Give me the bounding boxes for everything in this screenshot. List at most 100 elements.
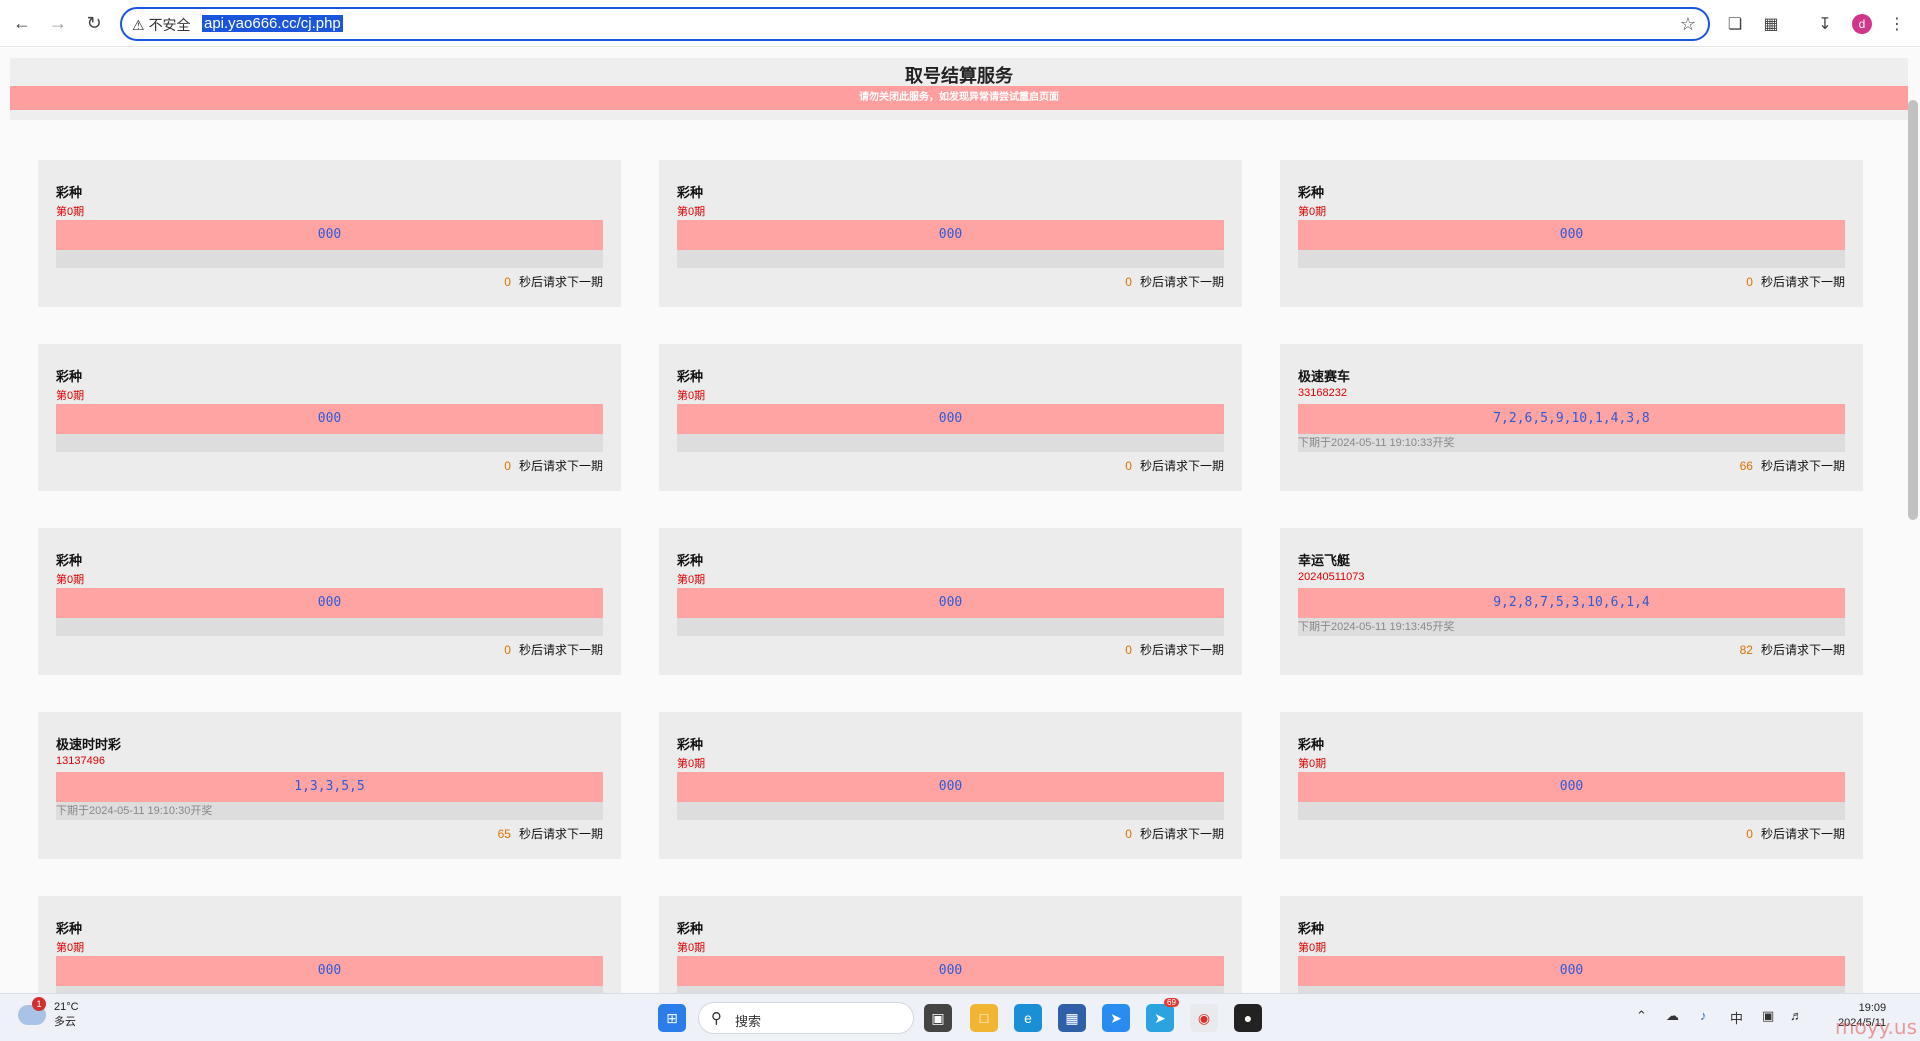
lottery-name: 彩种 bbox=[677, 737, 704, 752]
search-icon: ⚲ bbox=[711, 1010, 722, 1027]
network-icon[interactable]: ▣ bbox=[1762, 1008, 1774, 1024]
lottery-name: 极速赛车 bbox=[1298, 369, 1351, 384]
draw-result: 7,2,6,5,9,10,1,4,3,8 bbox=[1298, 404, 1845, 434]
download-icon[interactable]: ↧ bbox=[1814, 13, 1836, 35]
volume-icon[interactable]: ♬ bbox=[1790, 1008, 1803, 1023]
period-number: 第0期 bbox=[56, 574, 85, 586]
chrome-icon[interactable]: ◉ bbox=[1190, 1004, 1218, 1032]
period-number: 第0期 bbox=[677, 758, 706, 770]
countdown-seconds: 0 bbox=[1746, 275, 1753, 289]
period-number: 第0期 bbox=[1298, 758, 1327, 770]
period-number: 第0期 bbox=[1298, 206, 1327, 218]
next-draw-info: 下期于2024-05-11 19:10:33开奖 bbox=[1298, 434, 1845, 452]
countdown: 0 秒后请求下一期 bbox=[504, 457, 603, 474]
countdown-seconds: 0 bbox=[1125, 459, 1132, 473]
lottery-name: 极速时时彩 bbox=[56, 737, 122, 752]
next-draw-info bbox=[677, 618, 1224, 636]
ime-indicator[interactable]: 中 bbox=[1730, 1008, 1743, 1027]
countdown-seconds: 0 bbox=[1125, 643, 1132, 657]
onedrive-icon[interactable]: ☁ bbox=[1666, 1008, 1679, 1024]
countdown: 0 秒后请求下一期 bbox=[1125, 273, 1224, 290]
scrollbar-thumb[interactable] bbox=[1908, 100, 1918, 520]
lottery-name: 彩种 bbox=[677, 185, 704, 200]
countdown-seconds: 0 bbox=[504, 643, 511, 657]
draw-result: 1,3,3,5,5 bbox=[56, 772, 603, 802]
next-draw-info bbox=[56, 250, 603, 268]
bookmark-star-icon[interactable]: ☆ bbox=[1680, 14, 1696, 35]
countdown-label: 秒后请求下一期 bbox=[518, 459, 603, 473]
file-explorer-icon[interactable]: □ bbox=[970, 1004, 998, 1032]
countdown: 0 秒后请求下一期 bbox=[504, 641, 603, 658]
taskbar-search[interactable]: ⚲ 搜索 bbox=[698, 1002, 914, 1034]
back-icon[interactable]: ← bbox=[10, 11, 34, 35]
draw-result: 000 bbox=[56, 956, 603, 986]
period-number: 第0期 bbox=[1298, 942, 1327, 954]
period-number: 第0期 bbox=[677, 942, 706, 954]
browser-toolbar: ← → ↻ ⚠ 不安全 api.yao666.cc/cj.php ☆ ❏ ▦ ↧… bbox=[0, 0, 1920, 47]
countdown-label: 秒后请求下一期 bbox=[1760, 275, 1845, 289]
countdown: 65 秒后请求下一期 bbox=[498, 825, 603, 842]
forward-icon[interactable]: → bbox=[46, 11, 70, 35]
reload-icon[interactable]: ↻ bbox=[82, 11, 106, 35]
lottery-name: 彩种 bbox=[677, 369, 704, 384]
countdown-label: 秒后请求下一期 bbox=[1139, 643, 1224, 657]
lottery-card: 彩种 第0期 000 0 秒后请求下一期 bbox=[659, 528, 1242, 675]
countdown: 0 秒后请求下一期 bbox=[1125, 457, 1224, 474]
lottery-card: 彩种 第0期 000 bbox=[659, 896, 1242, 993]
store-icon[interactable]: ▦ bbox=[1058, 1004, 1086, 1032]
watermark: moyy.us bbox=[1835, 1015, 1917, 1039]
page-content: 取号结算服务 请勿关闭此服务，如发现异常请尝试重启页面 彩种 第0期 000 0 秒后请… bbox=[0, 48, 1920, 993]
lottery-name: 彩种 bbox=[677, 553, 704, 568]
draw-result: 000 bbox=[677, 404, 1224, 434]
telegram-badge: 69 bbox=[1164, 998, 1179, 1007]
page-header: 取号结算服务 请勿关闭此服务，如发现异常请尝试重启页面 bbox=[10, 58, 1908, 120]
next-draw-info bbox=[1298, 802, 1845, 820]
lottery-name: 彩种 bbox=[1298, 185, 1325, 200]
menu-icon[interactable]: ⋮ bbox=[1886, 13, 1908, 35]
edge-icon[interactable]: e bbox=[1014, 1004, 1042, 1032]
weather-badge: 1 bbox=[32, 997, 46, 1011]
draw-result: 000 bbox=[677, 956, 1224, 986]
next-draw-info bbox=[677, 986, 1224, 993]
period-number: 第0期 bbox=[677, 206, 706, 218]
feishu-icon[interactable]: ➤ bbox=[1102, 1004, 1130, 1032]
next-draw-info bbox=[677, 250, 1224, 268]
countdown: 0 秒后请求下一期 bbox=[1746, 273, 1845, 290]
period-number: 20240511073 bbox=[1298, 571, 1365, 583]
countdown-seconds: 82 bbox=[1739, 643, 1753, 657]
period-number: 33168232 bbox=[1298, 387, 1347, 399]
task-view-icon[interactable]: ▣ bbox=[924, 1004, 952, 1032]
weather-widget[interactable]: 1 21°C 多云 bbox=[18, 997, 79, 1030]
draw-result: 000 bbox=[1298, 772, 1845, 802]
period-number: 第0期 bbox=[56, 206, 85, 218]
countdown-label: 秒后请求下一期 bbox=[518, 275, 603, 289]
countdown: 0 秒后请求下一期 bbox=[504, 273, 603, 290]
telegram-icon[interactable]: ➤ 69 bbox=[1146, 998, 1179, 1032]
lottery-name: 彩种 bbox=[56, 185, 83, 200]
lottery-name: 彩种 bbox=[1298, 737, 1325, 752]
profile-avatar[interactable]: d bbox=[1852, 14, 1872, 34]
period-number: 第0期 bbox=[56, 942, 85, 954]
show-hidden-icons-icon[interactable]: ⌃ bbox=[1636, 1008, 1647, 1024]
next-draw-info: 下期于2024-05-11 19:10:30开奖 bbox=[56, 802, 603, 820]
lottery-name: 彩种 bbox=[56, 553, 83, 568]
draw-result: 000 bbox=[56, 404, 603, 434]
extensions-icon[interactable]: ▦ bbox=[1760, 13, 1782, 35]
lottery-name: 彩种 bbox=[56, 921, 83, 936]
qq-icon[interactable]: ● bbox=[1234, 1004, 1262, 1032]
address-bar[interactable]: ⚠ 不安全 api.yao666.cc/cj.php ☆ bbox=[120, 7, 1710, 41]
lottery-card: 彩种 第0期 000 0 秒后请求下一期 bbox=[659, 344, 1242, 491]
countdown: 0 秒后请求下一期 bbox=[1125, 825, 1224, 842]
countdown-seconds: 0 bbox=[504, 459, 511, 473]
url-text[interactable]: api.yao666.cc/cj.php bbox=[202, 15, 343, 32]
taskbar: 1 21°C 多云 ⊞ ⚲ 搜索 ▣ □ e ▦ ➤ ➤ 69 ◉ ● ⌃ ☁ … bbox=[0, 993, 1920, 1041]
period-number: 第0期 bbox=[56, 390, 85, 402]
lottery-card: 极速赛车 33168232 7,2,6,5,9,10,1,4,3,8 下期于2024-… bbox=[1280, 344, 1863, 491]
microphone-icon[interactable]: ♪ bbox=[1700, 1008, 1707, 1023]
lottery-card: 幸运飞艇 20240511073 9,2,8,7,5,3,10,6,1,4 下期于20… bbox=[1280, 528, 1863, 675]
security-indicator[interactable]: ⚠ 不安全 bbox=[132, 15, 191, 35]
tab-search-icon[interactable]: ❏ bbox=[1724, 13, 1746, 35]
windows-start-icon[interactable]: ⊞ bbox=[658, 1004, 686, 1032]
notice-banner: 请勿关闭此服务，如发现异常请尝试重启页面 bbox=[10, 86, 1908, 110]
lottery-card: 彩种 第0期 000 bbox=[1280, 896, 1863, 993]
